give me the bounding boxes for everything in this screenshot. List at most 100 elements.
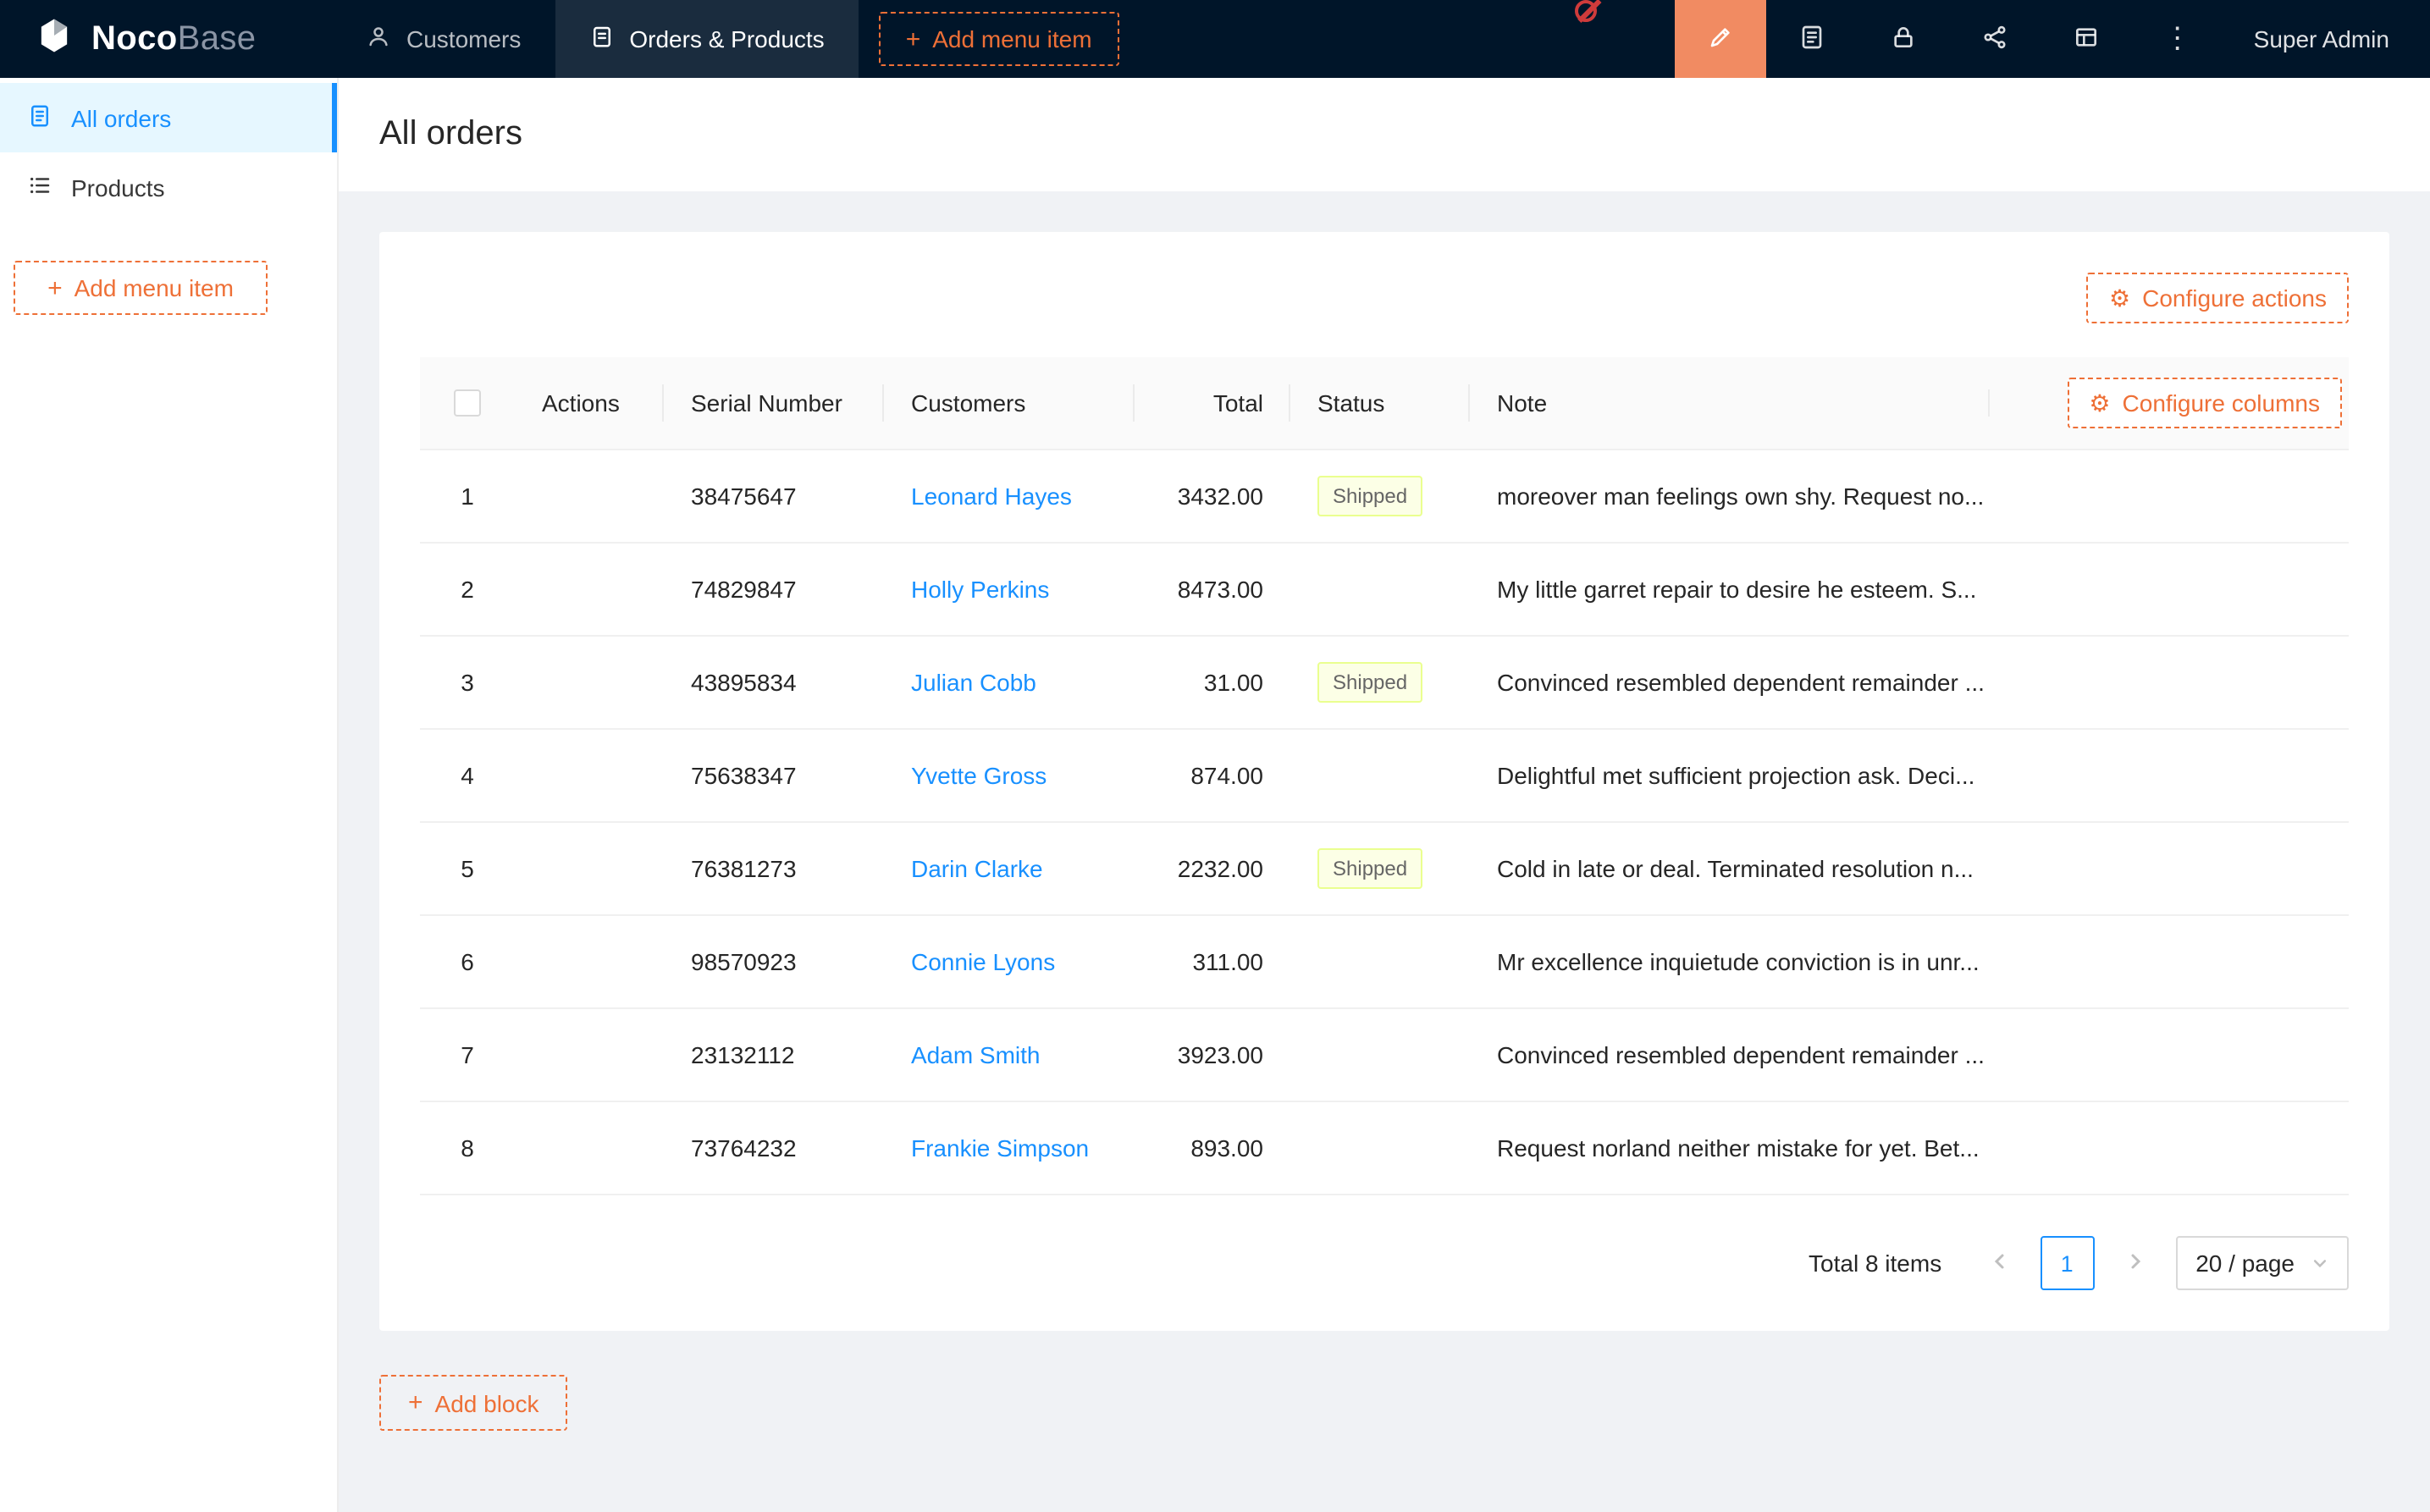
- nocobase-logo[interactable]: NocoBase: [0, 0, 332, 78]
- status-cell: Shipped: [1290, 476, 1470, 516]
- app-root: NocoBase Customers Orders & Products + A…: [0, 0, 2430, 1512]
- customer-link[interactable]: Leonard Hayes: [911, 483, 1072, 510]
- orders-icon: [588, 24, 614, 54]
- sidebar-item-label: All orders: [71, 104, 171, 131]
- main-area: All orders ⚙ Configure actions Actions: [339, 78, 2430, 1512]
- logo-text-base: Base: [178, 19, 257, 57]
- status-badge: Shipped: [1317, 476, 1422, 516]
- next-page-button[interactable]: [2107, 1236, 2162, 1290]
- serial-number-cell: 75638347: [664, 762, 884, 789]
- table-toolbar: ⚙ Configure actions: [420, 273, 2349, 323]
- customer-link[interactable]: Yvette Gross: [911, 762, 1047, 789]
- customer-cell: Darin Clarke: [884, 855, 1135, 882]
- row-index: 4: [461, 762, 474, 789]
- note-cell: Delightful met sufficient projection ask…: [1470, 762, 1990, 789]
- customer-link[interactable]: Holly Perkins: [911, 576, 1049, 603]
- row-index: 1: [461, 483, 474, 510]
- total-cell: 8473.00: [1135, 576, 1290, 603]
- row-index-cell: 2: [420, 576, 515, 603]
- nav-tab-customers[interactable]: Customers: [332, 0, 555, 78]
- page-header: All orders: [339, 78, 2430, 191]
- nocobase-logo-icon: [32, 13, 76, 65]
- sidebar-item-products[interactable]: Products: [0, 152, 337, 222]
- status-badge: Shipped: [1317, 662, 1422, 703]
- customer-link[interactable]: Julian Cobb: [911, 669, 1036, 696]
- row-index-cell: 5: [420, 855, 515, 882]
- more-button[interactable]: ⋮: [2132, 0, 2223, 78]
- page-title: All orders: [379, 115, 522, 154]
- chevron-left-icon: [1989, 1250, 2009, 1276]
- total-cell: 31.00: [1135, 669, 1290, 696]
- customer-link[interactable]: Connie Lyons: [911, 948, 1055, 975]
- row-index: 8: [461, 1134, 474, 1162]
- configure-actions-button[interactable]: ⚙ Configure actions: [2087, 273, 2349, 323]
- customers-icon: [366, 24, 391, 54]
- configure-columns-button[interactable]: ⚙ Configure columns: [2067, 378, 2342, 428]
- column-header-serial-number: Serial Number: [664, 389, 884, 417]
- total-cell: 3923.00: [1135, 1041, 1290, 1068]
- plus-icon: +: [906, 26, 921, 52]
- serial-number-cell: 76381273: [664, 855, 884, 882]
- add-menu-item-button-sidebar[interactable]: + Add menu item: [14, 261, 268, 315]
- column-header-total: Total: [1135, 389, 1290, 417]
- page-size-select[interactable]: 20 / page: [2175, 1236, 2349, 1290]
- table-row: 5 76381273 Darin Clarke 2232.00 Shipped …: [420, 823, 2349, 916]
- orders-table: Actions Serial Number Customers Total St…: [420, 357, 2349, 1290]
- pagination: Total 8 items 1: [420, 1195, 2349, 1290]
- column-header-customers: Customers: [884, 389, 1135, 417]
- note-cell: Convinced resembled dependent remainder …: [1470, 669, 1990, 696]
- table-row: 4 75638347 Yvette Gross 874.00 Delightfu…: [420, 730, 2349, 823]
- top-navigation: Customers Orders & Products + Add menu i…: [332, 0, 1119, 78]
- serial-number-cell: 74829847: [664, 576, 884, 603]
- nav-tab-label: Customers: [406, 25, 521, 52]
- notebook-button[interactable]: [1766, 0, 1858, 78]
- note-cell: Convinced resembled dependent remainder …: [1470, 1041, 1990, 1068]
- chevron-right-icon: [2124, 1250, 2145, 1276]
- api-button[interactable]: [1949, 0, 2041, 78]
- status-badge: Shipped: [1317, 848, 1422, 889]
- row-index-cell: 3: [420, 669, 515, 696]
- share-nodes-icon: [1981, 23, 2008, 55]
- customer-link[interactable]: Adam Smith: [911, 1041, 1041, 1068]
- row-index-cell: 7: [420, 1041, 515, 1068]
- customer-cell: Frankie Simpson: [884, 1134, 1135, 1162]
- table-row: 7 23132112 Adam Smith 3923.00 Convinced …: [420, 1009, 2349, 1102]
- row-index: 5: [461, 855, 474, 882]
- customer-cell: Connie Lyons: [884, 948, 1135, 975]
- total-cell: 893.00: [1135, 1134, 1290, 1162]
- layout-button[interactable]: [2041, 0, 2132, 78]
- sidebar-item-all-orders[interactable]: All orders: [0, 83, 337, 152]
- row-index-cell: 1: [420, 483, 515, 510]
- row-index: 6: [461, 948, 474, 975]
- column-header-status: Status: [1290, 389, 1470, 417]
- row-index: 2: [461, 576, 474, 603]
- user-menu[interactable]: Super Admin: [2223, 0, 2430, 78]
- lock-button[interactable]: [1858, 0, 1949, 78]
- topbar-actions: ⋮ Super Admin: [1675, 0, 2430, 78]
- table-row: 2 74829847 Holly Perkins 8473.00 My litt…: [420, 544, 2349, 637]
- customer-link[interactable]: Frankie Simpson: [911, 1134, 1089, 1162]
- previous-page-button[interactable]: [1972, 1236, 2026, 1290]
- sidebar: All orders Products + Add menu item: [0, 78, 339, 1512]
- page-number-1[interactable]: 1: [2040, 1236, 2094, 1290]
- serial-number-cell: 23132112: [664, 1041, 884, 1068]
- total-cell: 3432.00: [1135, 483, 1290, 510]
- add-menu-item-button-header[interactable]: + Add menu item: [879, 12, 1119, 66]
- row-index: 3: [461, 669, 474, 696]
- ui-editor-button[interactable]: [1675, 0, 1766, 78]
- add-block-button[interactable]: + Add block: [379, 1375, 568, 1431]
- table-row: 3 43895834 Julian Cobb 31.00 Shipped Con…: [420, 637, 2349, 730]
- plus-icon: +: [47, 275, 63, 301]
- highlighter-icon: [1707, 23, 1734, 55]
- customer-link[interactable]: Darin Clarke: [911, 855, 1043, 882]
- orders-table-block: ⚙ Configure actions Actions Serial Numbe…: [379, 232, 2389, 1331]
- logo-text-noco: Noco: [91, 19, 178, 57]
- table-row: 6 98570923 Connie Lyons 311.00 Mr excell…: [420, 916, 2349, 1009]
- gear-icon: ⚙: [2089, 391, 2110, 415]
- chevron-down-icon: [2311, 1250, 2328, 1277]
- not-allowed-cursor-icon: [1575, 0, 1597, 22]
- nav-tab-orders-products[interactable]: Orders & Products: [555, 0, 858, 78]
- column-header-actions: Actions: [515, 389, 664, 417]
- select-all-checkbox[interactable]: [454, 389, 481, 417]
- note-cell: Request norland neither mistake for yet.…: [1470, 1134, 1990, 1162]
